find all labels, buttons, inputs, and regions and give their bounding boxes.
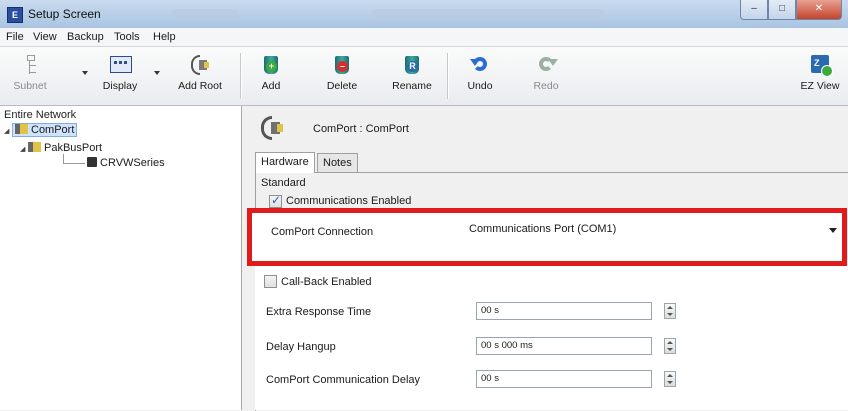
add-root-label: Add Root (178, 80, 222, 92)
delete-label: Delete (326, 80, 358, 92)
tree-item-label: CRVWSeries (100, 157, 165, 169)
plug-icon (188, 53, 212, 77)
undo-icon (468, 53, 492, 77)
tab-hardware[interactable]: Hardware (255, 152, 315, 173)
undo-button[interactable]: Undo (452, 51, 508, 101)
redo-button[interactable]: Redo (518, 51, 574, 101)
comm-delay-label: ComPort Communication Delay (266, 374, 421, 386)
menu-view[interactable]: View (33, 31, 57, 43)
tree-item-label: PakBusPort (44, 142, 103, 154)
rename-button[interactable]: R Rename (384, 51, 440, 101)
panel-header: ComPort : ComPort (243, 106, 848, 150)
delete-button[interactable]: – Delete (314, 51, 370, 101)
extra-response-label: Extra Response Time (266, 306, 372, 318)
callback-enabled-checkbox[interactable] (264, 275, 277, 288)
tree-connector (63, 163, 85, 164)
menu-file[interactable]: File (6, 31, 24, 43)
communications-enabled-checkbox[interactable] (269, 193, 282, 208)
display-icon (108, 53, 132, 77)
undo-label: Undo (467, 80, 493, 92)
tree-header: Entire Network (4, 109, 77, 121)
maximize-button[interactable]: □ (768, 0, 796, 20)
toolbar-separator-2 (447, 53, 449, 99)
redo-label: Redo (533, 80, 559, 92)
minimize-button[interactable]: – (740, 0, 768, 20)
tree-item-crvwseries[interactable]: CRVWSeries (87, 157, 165, 169)
ez-view-icon: Z (808, 53, 833, 77)
section-standard: Standard (261, 177, 306, 189)
title-blur-center (372, 9, 604, 19)
delay-hangup-input[interactable]: 00 s 000 ms (476, 337, 652, 355)
rename-label: Rename (392, 80, 432, 92)
menu-backup[interactable]: Backup (67, 31, 104, 43)
menu-bar: File View Backup Tools Help (0, 28, 848, 47)
menu-tools[interactable]: Tools (114, 31, 140, 43)
add-icon: + (259, 53, 283, 77)
subnet-button[interactable]: Subnet (2, 51, 58, 101)
window-controls: – □ ✕ (740, 0, 842, 20)
plug-icon (257, 113, 287, 143)
extra-response-spinner[interactable] (664, 303, 676, 319)
callback-enabled-label: Call-Back Enabled (281, 276, 372, 288)
display-label: Display (102, 80, 138, 92)
tree-item-comport[interactable]: ◢ ComPort (4, 123, 78, 137)
collapse-icon[interactable]: ◢ (20, 145, 28, 153)
window-title: Setup Screen (28, 7, 101, 21)
tree-item-pakbusport[interactable]: ◢ PakBusPort (20, 142, 102, 154)
highlight-box (247, 208, 847, 266)
toolbar-separator (240, 53, 242, 99)
communications-enabled-label: Communications Enabled (286, 195, 412, 207)
network-tree: Entire Network ◢ ComPort ◢ PakBusPort CRVW… (0, 106, 242, 410)
rename-icon: R (400, 53, 424, 77)
display-dropdown-arrow[interactable] (154, 71, 160, 75)
close-button[interactable]: ✕ (796, 0, 842, 20)
panel-title: ComPort : ComPort (313, 123, 409, 135)
plug-icon (28, 142, 41, 152)
tab-notes[interactable]: Notes (317, 153, 358, 173)
add-label: Add (261, 80, 281, 92)
ez-view-label: EZ View (800, 80, 840, 92)
collapse-icon[interactable]: ◢ (4, 127, 12, 135)
add-button[interactable]: + Add (243, 51, 299, 101)
datalogger-icon (87, 157, 97, 167)
comm-delay-input[interactable]: 00 s (476, 370, 652, 388)
ez-view-button[interactable]: Z EZ View (792, 51, 848, 101)
delay-hangup-label: Delay Hangup (266, 341, 336, 353)
plug-icon (15, 124, 28, 134)
tree-item-label: ComPort (31, 124, 75, 136)
subnet-icon (18, 53, 42, 77)
title-bar: E Setup Screen – □ ✕ (0, 0, 848, 29)
add-root-button[interactable]: Add Root (172, 51, 228, 101)
app-icon: E (7, 7, 23, 23)
display-button[interactable]: Display (92, 51, 148, 101)
toolbar: Subnet Display Add Root + Add – Delete R… (0, 47, 848, 106)
redo-icon (534, 53, 558, 77)
subnet-label: Subnet (13, 80, 47, 92)
comm-delay-spinner[interactable] (664, 371, 676, 387)
menu-help[interactable]: Help (153, 31, 176, 43)
extra-response-input[interactable]: 00 s (476, 302, 652, 320)
delay-hangup-spinner[interactable] (664, 338, 676, 354)
subnet-dropdown-arrow[interactable] (82, 71, 88, 75)
title-blur-left (172, 9, 238, 19)
delete-icon: – (330, 53, 354, 77)
